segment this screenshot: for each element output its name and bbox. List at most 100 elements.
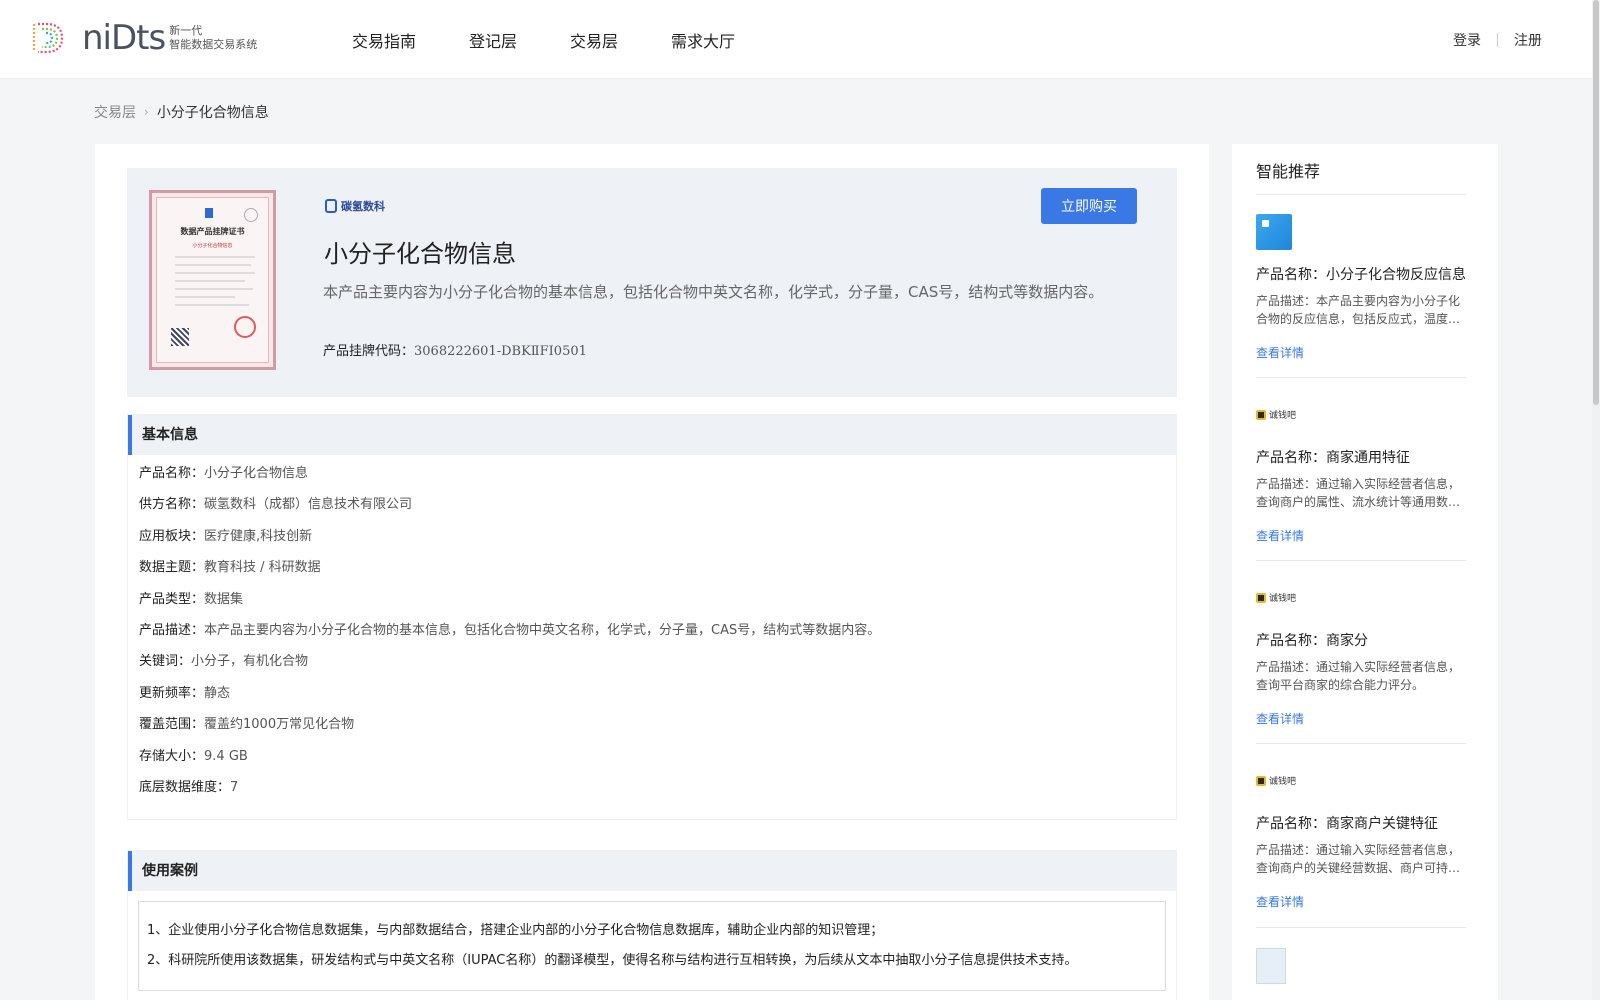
info-key: 供方名称： [139, 497, 205, 513]
info-value: 小分子化合物信息 [204, 466, 309, 481]
vendor-logo-text: 诚钱吧 [1269, 777, 1297, 787]
recommendation-card[interactable]: 诚钱吧 产品名称：商家商户关键特征 产品描述：通过输入实际经营者信息，查询商户的… [1256, 774, 1466, 910]
certificate-logo-icon [205, 208, 213, 218]
info-value: 小分子，有机化合物 [191, 654, 309, 670]
recommendation-description: 产品描述：通过输入实际经营者信息，查询平台商家的综合能力评分。 [1256, 660, 1461, 692]
info-value: 教育科技 / 科研数据 [204, 560, 321, 576]
info-key: 产品描述： [139, 622, 205, 638]
info-row-dimensions: 底层数据维度：7 [139, 777, 1176, 808]
page-scrollbar[interactable] [1592, 0, 1600, 1000]
certificate-title: 数据产品挂牌证书 [180, 227, 245, 236]
sidebar-divider [1256, 560, 1466, 561]
vendor-logo: 诚钱吧 [1256, 591, 1466, 604]
vendor-logo-text: 碳氢数科 [341, 200, 385, 213]
product-thumbnail-icon[interactable] [1256, 948, 1286, 984]
info-value: 覆盖约1000万常见化合物 [204, 717, 355, 733]
view-details-link[interactable]: 查看详情 [1256, 344, 1466, 361]
vendor-logo: 诚钱吧 [1256, 408, 1466, 421]
view-details-link[interactable]: 查看详情 [1256, 893, 1466, 910]
breadcrumb: 交易层 › 小分子化合物信息 [94, 102, 269, 122]
product-hero: 数据产品挂牌证书 小分子化合物信息 碳氢数科 小分子化合物信息 本产品主要内容为… [127, 168, 1177, 397]
listing-code-label: 产品挂牌代码： [323, 344, 415, 359]
basic-info-heading: 基本信息 [128, 415, 1176, 455]
register-link[interactable]: 注册 [1514, 30, 1542, 50]
chevron-right-icon: › [144, 105, 149, 119]
certificate-subtitle: 小分子化合物信息 [192, 243, 233, 249]
vendor-logo-icon [325, 199, 337, 213]
breadcrumb-current: 小分子化合物信息 [156, 105, 269, 121]
recommendation-description: 产品描述：通过输入实际经营者信息，查询商户的关键经营数据、商户可持续经营情况。 [1256, 843, 1461, 875]
buy-now-button[interactable]: 立即购买 [1041, 188, 1137, 224]
top-header: niDts 新一代 智能数据交易系统 交易指南 登记层 交易层 需求大厅 登录 … [0, 0, 1600, 79]
logo-mark-icon [28, 18, 68, 58]
certificate-line [175, 280, 245, 282]
recommendation-name[interactable]: 产品名称：商家分 [1256, 630, 1466, 650]
sidebar-title: 智能推荐 [1256, 162, 1321, 181]
info-key: 应用板块： [139, 528, 205, 544]
sidebar-divider [1256, 927, 1466, 928]
recommendation-name[interactable]: 产品名称：商家通用特征 [1256, 447, 1466, 467]
info-row-supplier: 供方名称：碳氢数科（成都）信息技术有限公司 [139, 494, 1176, 525]
nav-registration-layer[interactable]: 登记层 [469, 28, 517, 52]
recommendation-description: 产品描述：通过输入实际经营者信息，查询商户的属性、流水统计等通用数据。 [1256, 477, 1461, 509]
info-value: 9.4 GB [204, 748, 248, 764]
sidebar-divider [1256, 377, 1466, 378]
info-row-coverage: 覆盖范围：覆盖约1000万常见化合物 [139, 714, 1176, 745]
recommendation-description: 产品描述：本产品主要内容为小分子化合物的反应信息，包括反应式，温度等数据内容。 [1256, 294, 1461, 326]
login-link[interactable]: 登录 [1453, 30, 1481, 50]
vendor-logo: 碳氢数科 [325, 198, 385, 214]
recommendation-name[interactable]: 产品名称：商家商户关键特征 [1256, 813, 1466, 833]
info-row-application: 应用板块：医疗健康,科技创新 [139, 526, 1176, 557]
info-key: 更新频率： [139, 685, 205, 701]
recommendation-sidebar: 智能推荐 产品名称：小分子化合物反应信息 产品描述：本产品主要内容为小分子化合物… [1232, 144, 1498, 1000]
info-value: 数据集 [204, 591, 244, 607]
logo-tagline-line-1: 新一代 [169, 24, 203, 37]
certificate-line [175, 304, 249, 306]
nav-trade-guide[interactable]: 交易指南 [352, 28, 416, 52]
product-thumbnail-icon [1256, 214, 1292, 250]
info-key: 产品类型： [139, 591, 205, 607]
info-row-keywords: 关键词：小分子，有机化合物 [139, 651, 1176, 682]
breadcrumb-parent[interactable]: 交易层 [94, 102, 136, 122]
logo-wordmark: niDts [82, 18, 166, 58]
recommendation-card[interactable]: 诚钱吧 产品名称：商家通用特征 产品描述：通过输入实际经营者信息，查询商户的属性… [1256, 408, 1466, 544]
use-cases-section: 使用案例 1、企业使用小分子化合物信息数据集，与内部数据结合，搭建企业内部的小分… [127, 850, 1177, 1000]
product-listing-code: 产品挂牌代码：3068222601-DBKⅡFI0501 [323, 340, 587, 359]
nav-demand-hall[interactable]: 需求大厅 [671, 28, 735, 52]
product-title: 小分子化合物信息 [324, 240, 516, 268]
listing-code-value: 3068222601-DBKⅡFI0501 [414, 344, 587, 359]
listing-certificate-image[interactable]: 数据产品挂牌证书 小分子化合物信息 [149, 190, 276, 370]
certificate-line [175, 256, 255, 258]
info-value: 7 [230, 779, 239, 795]
nav-trading-layer[interactable]: 交易层 [570, 28, 618, 52]
view-details-link[interactable]: 查看详情 [1256, 710, 1466, 727]
scrollbar-thumb[interactable] [1593, 0, 1599, 405]
main-nav: 交易指南 登记层 交易层 需求大厅 [352, 28, 788, 52]
vendor-logo-icon [1256, 775, 1266, 786]
logo-tagline: 新一代 智能数据交易系统 [169, 24, 257, 52]
recommendation-name[interactable]: 产品名称：小分子化合物反应信息 [1256, 264, 1466, 284]
info-row-update-frequency: 更新频率：静态 [139, 683, 1176, 714]
vendor-logo-text: 诚钱吧 [1269, 594, 1297, 604]
official-seal-icon [234, 316, 256, 338]
info-key: 关键词： [139, 654, 192, 670]
info-row-description: 产品描述：本产品主要内容为小分子化合物的基本信息，包括化合物中英文名称，化学式，… [139, 620, 1176, 651]
basic-info-list: 产品名称：小分子化合物信息 供方名称：碳氢数科（成都）信息技术有限公司 应用板块… [128, 455, 1176, 814]
recommendation-card[interactable]: 产品名称：小分子化合物反应信息 产品描述：本产品主要内容为小分子化合物的反应信息… [1256, 214, 1466, 361]
use-case-item: 2、科研院所使用该数据集，研发结构式与中英文名称（IUPAC名称）的翻译模型，使… [147, 953, 1078, 968]
certificate-line [175, 264, 251, 266]
view-details-link[interactable]: 查看详情 [1256, 527, 1466, 544]
vendor-logo-text: 诚钱吧 [1269, 411, 1297, 421]
vendor-logo-icon [1256, 592, 1266, 603]
info-value: 静态 [204, 685, 231, 701]
info-value: 碳氢数科（成都）信息技术有限公司 [204, 497, 413, 513]
site-logo[interactable]: niDts 新一代 智能数据交易系统 [28, 18, 257, 58]
info-key: 存储大小： [139, 748, 205, 764]
info-value: 医疗健康,科技创新 [204, 528, 313, 544]
vendor-logo-icon [1256, 409, 1266, 420]
info-row-product-type: 产品类型：数据集 [139, 589, 1176, 620]
recommendation-card[interactable]: 诚钱吧 产品名称：商家分 产品描述：通过输入实际经营者信息，查询平台商家的综合能… [1256, 591, 1466, 727]
info-key: 数据主题： [139, 560, 205, 576]
info-row-storage-size: 存储大小：9.4 GB [139, 746, 1176, 777]
sidebar-divider [1256, 743, 1466, 744]
